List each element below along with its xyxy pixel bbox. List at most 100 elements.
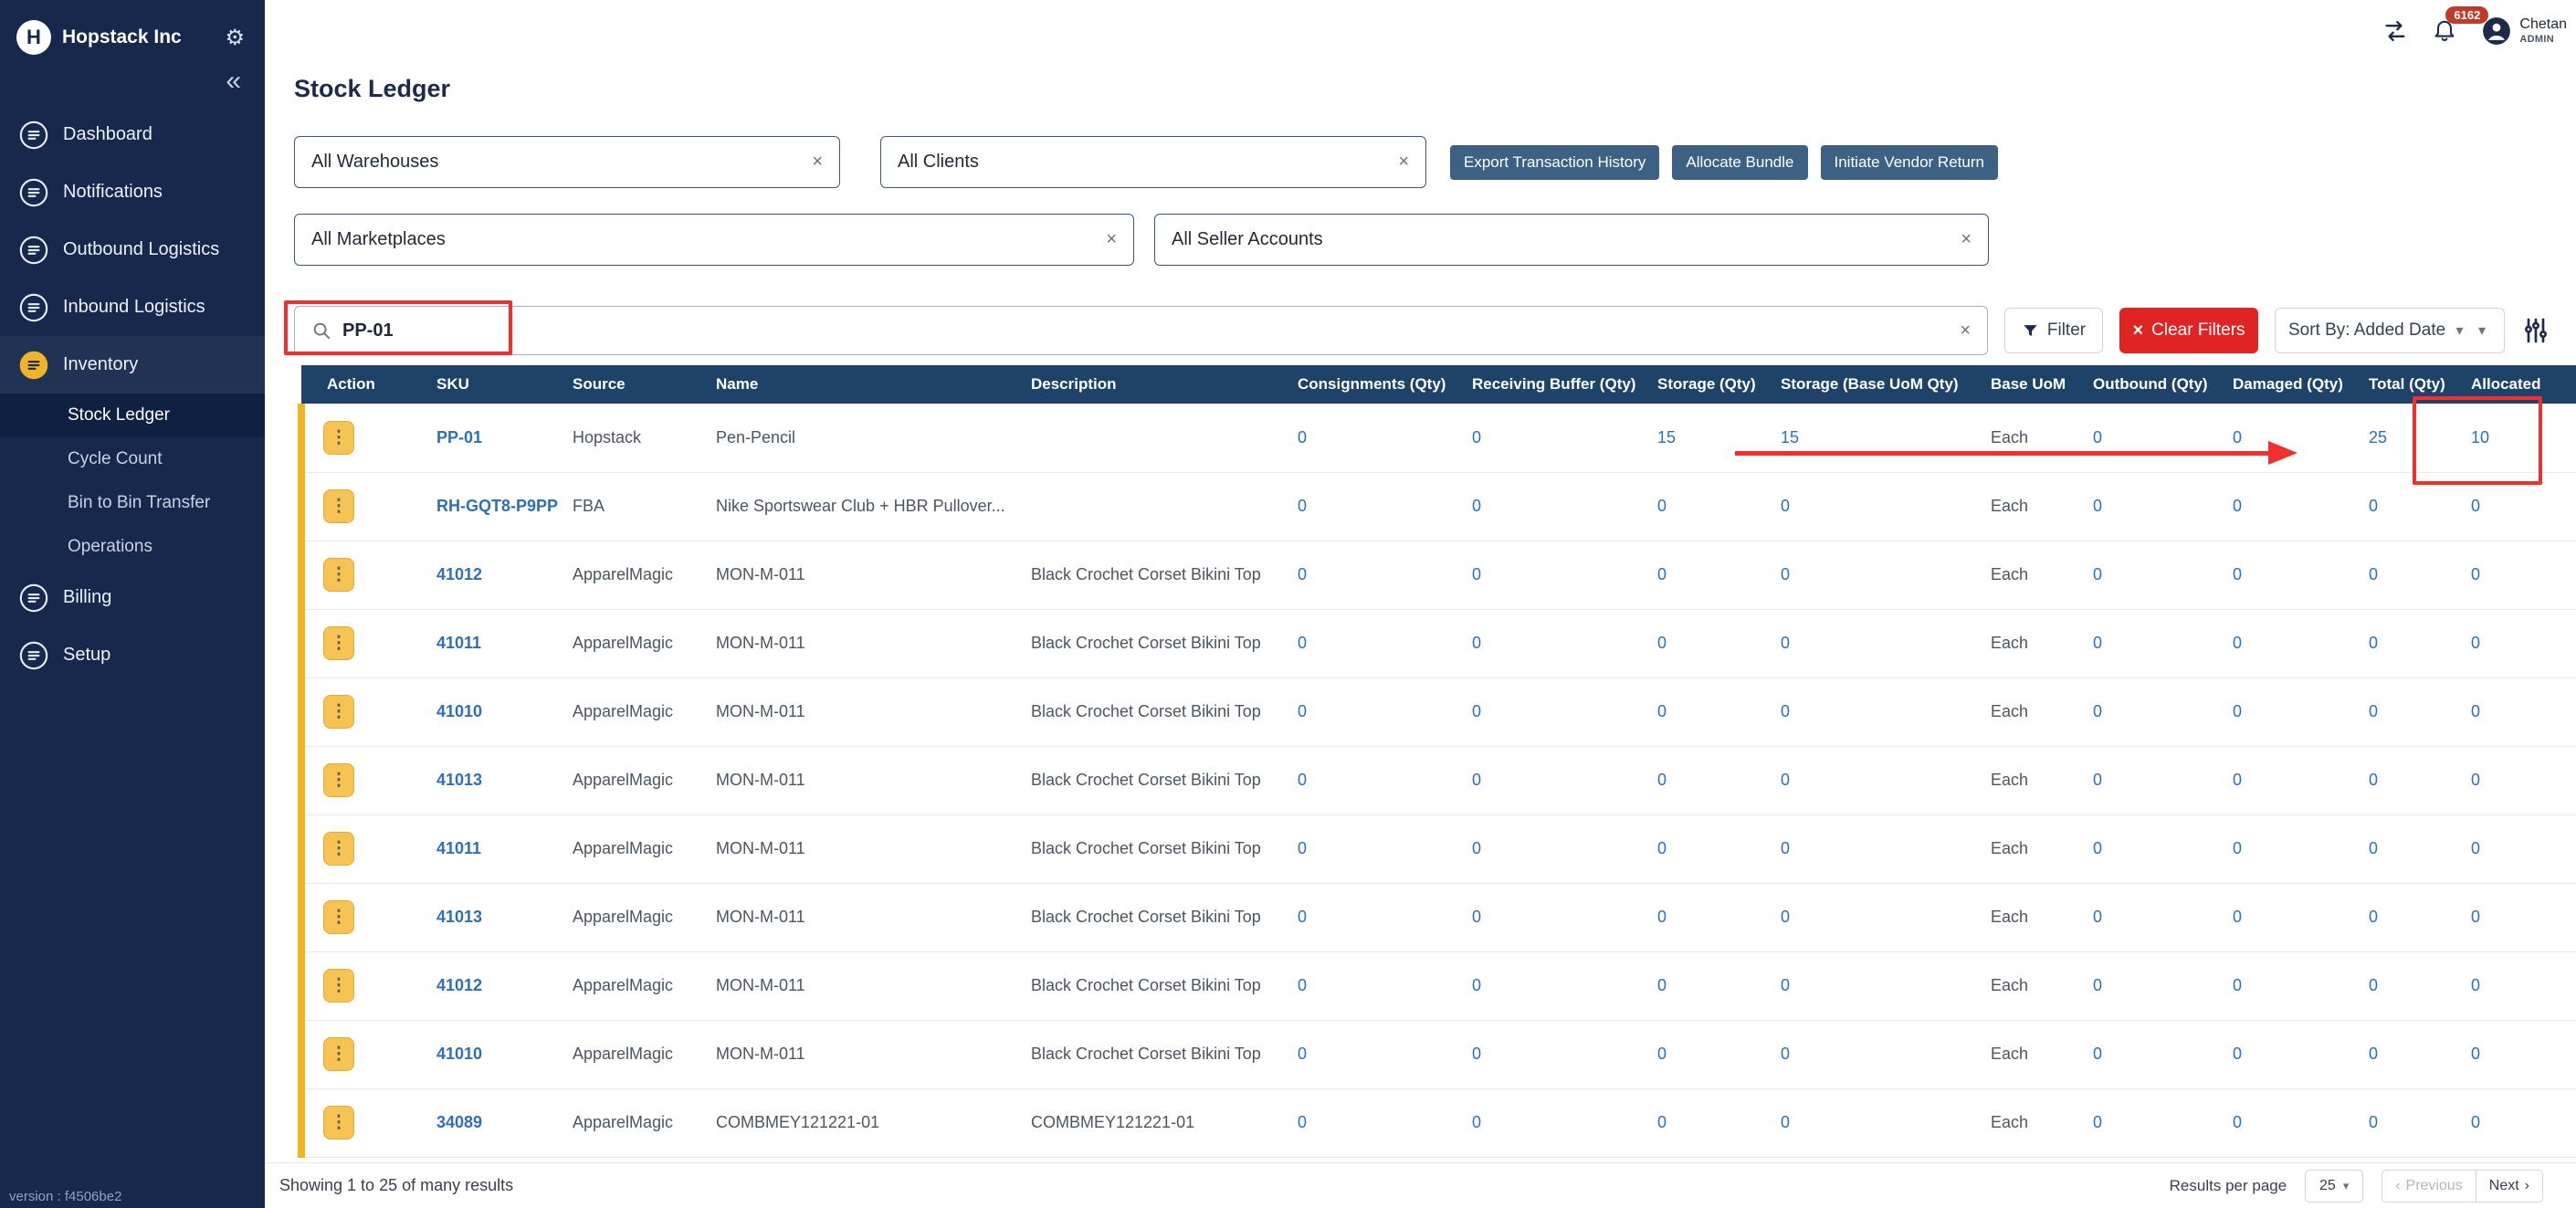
receiving-buffer-qty-cell: 0	[1472, 746, 1657, 814]
previous-page-button[interactable]: ‹ Previous	[2381, 1170, 2476, 1203]
kebab-menu-icon: ⋮	[331, 429, 348, 446]
sidebar-item-inventory[interactable]: Inventory	[0, 336, 265, 394]
row-actions-button[interactable]: ⋮	[323, 969, 354, 1003]
storage-qty-cell: 0	[1657, 609, 1781, 678]
results-per-page-label: Results per page	[2170, 1177, 2287, 1195]
search-clear-icon[interactable]: ×	[1960, 320, 1971, 341]
row-actions-button[interactable]: ⋮	[323, 695, 354, 729]
row-actions-button[interactable]: ⋮	[323, 832, 354, 866]
base-uom-cell: Each	[1991, 951, 2093, 1020]
sku-cell: RH-GQT8-P9PP	[436, 472, 573, 541]
warehouse-clear-icon[interactable]: ×	[812, 152, 823, 173]
sidebar-subitem-stock-ledger[interactable]: Stock Ledger	[0, 394, 265, 437]
column-header-receiving-buffer-qty: Receiving Buffer (Qty)	[1472, 365, 1657, 404]
table-body: ⋮ PP-01 Hopstack Pen-Pencil 0 0 15 15 Ea…	[301, 404, 2576, 1157]
sort-by-select[interactable]: Sort By: Added Date ▾ ▾	[2275, 308, 2505, 353]
sidebar-item-billing[interactable]: Billing	[0, 569, 265, 626]
damaged-qty-cell: 0	[2233, 609, 2369, 678]
brand-name: Hopstack Inc	[62, 26, 182, 48]
sidebar-item-dashboard[interactable]: Dashboard	[0, 106, 265, 163]
row-actions-button[interactable]: ⋮	[323, 421, 354, 455]
sku-cell: 41013	[436, 746, 573, 814]
seller-account-select[interactable]: All Seller Accounts ×	[1154, 214, 1989, 266]
row-actions-button[interactable]: ⋮	[323, 900, 354, 934]
sku-link[interactable]: PP-01	[436, 428, 482, 446]
kebab-menu-icon: ⋮	[331, 635, 348, 652]
sidebar-item-setup[interactable]: Setup	[0, 626, 265, 684]
description-cell: Black Crochet Corset Bikini Top	[1031, 746, 1298, 814]
sku-link[interactable]: 41010	[436, 702, 482, 720]
sync-transactions-icon[interactable]	[2382, 18, 2408, 44]
allocated-cell: 0	[2471, 883, 2576, 951]
receiving-buffer-qty-cell: 0	[1472, 472, 1657, 541]
row-actions-button[interactable]: ⋮	[323, 763, 354, 797]
row-actions-button[interactable]: ⋮	[323, 1106, 354, 1140]
storage-base-uom-qty-cell: 0	[1781, 609, 1991, 678]
sku-link[interactable]: 41013	[436, 908, 482, 926]
main-content: Stock Ledger All Warehouses × All Client…	[265, 62, 2576, 1162]
row-actions-button[interactable]: ⋮	[323, 489, 354, 523]
sku-link[interactable]: 41011	[436, 634, 481, 652]
table-row: ⋮ PP-01 Hopstack Pen-Pencil 0 0 15 15 Ea…	[301, 404, 2576, 472]
name-cell: MON-M-011	[716, 814, 1031, 883]
total-qty-cell: 0	[2369, 472, 2471, 541]
sidebar-subitem-cycle-count[interactable]: Cycle Count	[0, 437, 265, 481]
marketplace-clear-icon[interactable]: ×	[1106, 229, 1117, 250]
chevron-right-icon: ›	[2525, 1178, 2529, 1194]
damaged-qty-cell: 0	[2233, 541, 2369, 609]
settings-gear-icon[interactable]: ⚙	[225, 25, 245, 51]
results-per-page-select[interactable]: 25 ▾	[2305, 1170, 2363, 1203]
sidebar-subitem-bin-to-bin-transfer[interactable]: Bin to Bin Transfer	[0, 481, 265, 525]
export-transaction-history-button[interactable]: Export Transaction History	[1450, 145, 1659, 180]
filter-button[interactable]: Filter	[2004, 308, 2103, 353]
row-actions-button[interactable]: ⋮	[323, 1037, 354, 1071]
storage-qty-cell: 0	[1657, 1020, 1781, 1088]
brand-row: H Hopstack Inc ⚙	[0, 0, 265, 55]
action-cell: ⋮	[301, 1020, 436, 1088]
source-cell: Hopstack	[573, 404, 716, 472]
initiate-vendor-return-button[interactable]: Initiate Vendor Return	[1821, 145, 1998, 180]
user-menu[interactable]: Chetan ADMIN	[2481, 16, 2567, 47]
topbar: 6162 Chetan ADMIN	[265, 0, 2576, 62]
clear-filters-button[interactable]: × Clear Filters	[2119, 308, 2258, 353]
marketplace-select[interactable]: All Marketplaces ×	[294, 214, 1134, 266]
allocate-bundle-button[interactable]: Allocate Bundle	[1672, 145, 1807, 180]
funnel-icon	[2022, 322, 2039, 340]
base-uom-cell: Each	[1991, 1088, 2093, 1157]
sku-link[interactable]: 41011	[436, 839, 481, 857]
kebab-menu-icon: ⋮	[331, 498, 348, 515]
search-input[interactable]	[342, 320, 1930, 341]
seller-account-clear-icon[interactable]: ×	[1961, 229, 1971, 250]
sku-link[interactable]: 41010	[436, 1045, 482, 1063]
next-page-button[interactable]: Next ›	[2476, 1170, 2543, 1203]
storage-base-uom-qty-cell: 0	[1781, 1020, 1991, 1088]
row-actions-button[interactable]: ⋮	[323, 558, 354, 592]
damaged-qty-cell: 0	[2233, 472, 2369, 541]
client-clear-icon[interactable]: ×	[1398, 152, 1409, 173]
total-qty-cell: 0	[2369, 1088, 2471, 1157]
allocated-cell: 0	[2471, 472, 2576, 541]
damaged-qty-cell: 0	[2233, 814, 2369, 883]
sidebar-item-inbound-logistics[interactable]: Inbound Logistics	[0, 278, 265, 336]
client-select[interactable]: All Clients ×	[880, 136, 1426, 188]
warehouse-select[interactable]: All Warehouses ×	[294, 136, 840, 188]
sku-link[interactable]: 41012	[436, 565, 482, 583]
damaged-qty-cell: 0	[2233, 1020, 2369, 1088]
sku-link[interactable]: RH-GQT8-P9PP	[436, 497, 558, 515]
sku-link[interactable]: 41013	[436, 771, 482, 789]
description-cell: COMBMEY121221-01	[1031, 1088, 1298, 1157]
sidebar-subitem-operations[interactable]: Operations	[0, 525, 265, 569]
sidebar-item-notifications[interactable]: Notifications	[0, 163, 265, 221]
row-actions-button[interactable]: ⋮	[323, 626, 354, 660]
sku-link[interactable]: 41012	[436, 976, 482, 994]
storage-base-uom-qty-cell: 0	[1781, 883, 1991, 951]
sidebar-item-outbound-logistics[interactable]: Outbound Logistics	[0, 221, 265, 278]
description-cell	[1031, 404, 1298, 472]
allocated-cell: 0	[2471, 541, 2576, 609]
column-header-consignments-qty: Consignments (Qty)	[1298, 365, 1472, 404]
notifications-bell[interactable]: 6162	[2432, 16, 2457, 47]
column-settings-sliders-icon[interactable]	[2521, 316, 2550, 345]
sku-link[interactable]: 34089	[436, 1113, 482, 1131]
sidebar-collapse-button[interactable]: «	[0, 55, 265, 95]
total-qty-cell: 0	[2369, 814, 2471, 883]
